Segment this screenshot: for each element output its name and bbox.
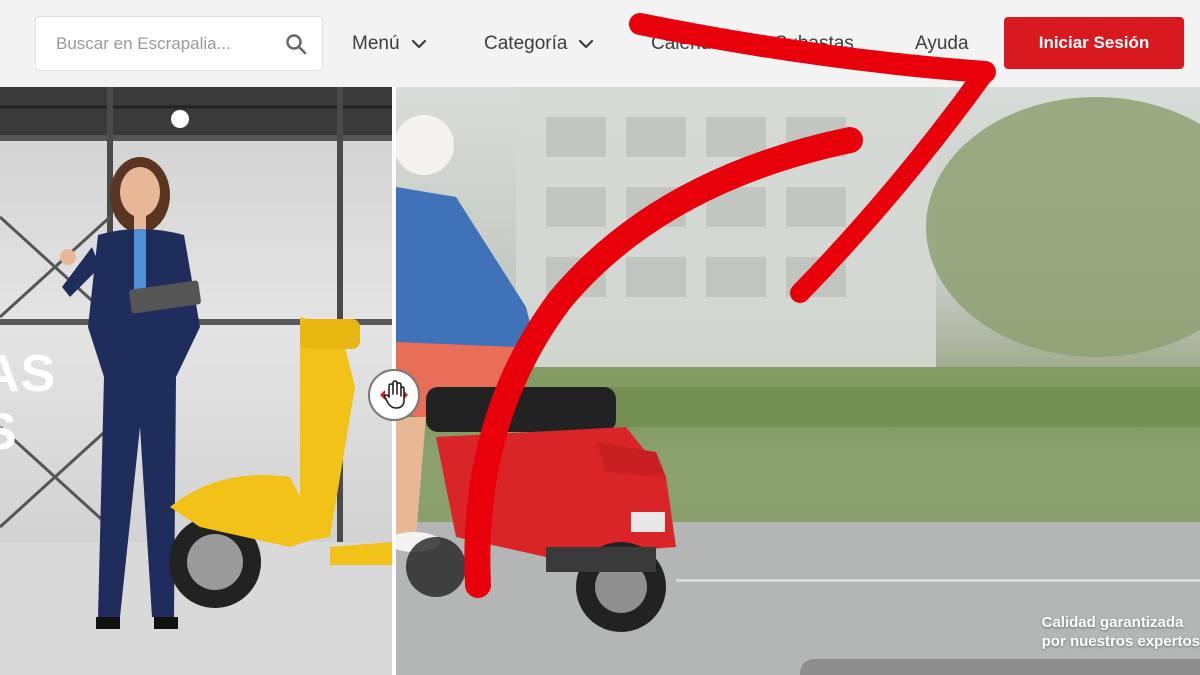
hero-left-heading-line: AS	[0, 345, 57, 403]
comparison-drag-handle[interactable]	[368, 369, 420, 421]
nav-help-link[interactable]: Ayuda	[915, 31, 969, 57]
chevron-down-icon	[410, 35, 428, 53]
login-button-label: Iniciar Sesión	[1038, 33, 1150, 52]
nav-auctions-label: Calendario de Subastas	[651, 33, 854, 54]
quality-guarantee-text: Calidad garantizada por nuestros experto…	[1042, 613, 1200, 651]
hero-before-image: AS S	[0, 87, 392, 675]
chevron-down-icon	[577, 35, 595, 53]
quality-line: por nuestros expertos	[1041, 633, 1200, 650]
hero-comparison-slider: AS S	[0, 87, 1200, 675]
nav-category-dropdown[interactable]: Categoría	[484, 31, 595, 57]
hero-after-image: Calidad garantizada por nuestros experto…	[396, 87, 1200, 675]
search-icon[interactable]	[284, 32, 308, 56]
hero-left-heading-line: S	[0, 403, 56, 461]
hero-bottom-tab	[800, 659, 1200, 675]
top-navigation-bar: Menú Categoría Calendario de Subastas Ay…	[0, 0, 1200, 87]
quality-line: Calidad garantizada	[1041, 614, 1184, 631]
hero-left-heading: AS S	[0, 345, 56, 461]
nav-category-label: Categoría	[484, 33, 568, 54]
login-button[interactable]: Iniciar Sesión	[1004, 17, 1184, 69]
nav-help-label: Ayuda	[915, 33, 969, 54]
nav-auctions-link[interactable]: Calendario de Subastas	[651, 31, 854, 57]
nav-menu-label: Menú	[352, 33, 400, 54]
search-box[interactable]	[35, 16, 323, 71]
hand-drag-icon	[380, 380, 408, 409]
nav-menu-dropdown[interactable]: Menú	[352, 31, 428, 57]
search-input[interactable]	[36, 17, 276, 70]
